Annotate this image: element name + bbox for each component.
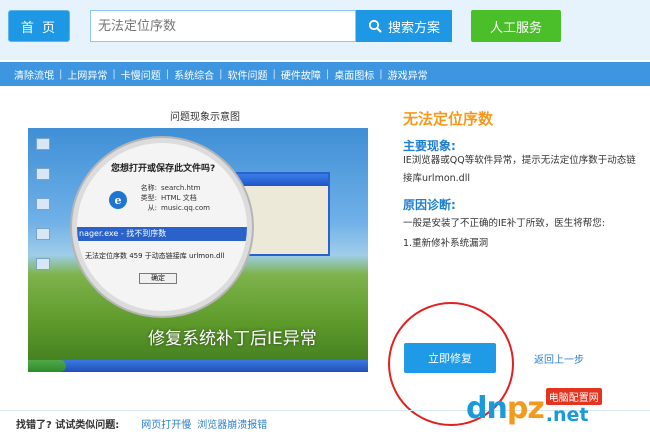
related-label: 找错了? 试试类似问题: — [16, 420, 120, 431]
field-value: music.qq.com — [161, 204, 210, 212]
fix-now-button[interactable]: 立即修复 — [404, 343, 496, 373]
problem-title: 无法定位序数 — [403, 110, 494, 128]
search-icon — [368, 19, 382, 33]
taskbar — [28, 360, 368, 372]
dialog-ok-button: 确定 — [139, 273, 177, 284]
back-link[interactable]: 返回上一步 — [534, 351, 584, 366]
dialog-fields: 名称: search.htm 类型: HTML 文档 从: music.qq.com — [133, 183, 210, 213]
home-button[interactable]: 首 页 — [8, 10, 70, 42]
related-link[interactable]: 浏览器崩溃报错 — [197, 416, 267, 431]
category-nav: 清除流氓 | 上网异常 | 卡慢问题 | 系统综合 | 软件问题 | 硬件故障 … — [0, 62, 650, 86]
error-titlebar: nager.exe - 找不到序数 — [77, 227, 247, 241]
problem-screenshot: 您想打开或保存此文件吗? e 名称: search.htm 类型: HTML 文档 … — [28, 128, 368, 372]
nav-item[interactable]: 清除流氓 — [14, 67, 54, 82]
nav-item[interactable]: 桌面图标 — [334, 67, 374, 82]
desktop-icon — [36, 168, 50, 180]
diagnosis-step: 1.重新修补系统漏洞 — [403, 238, 489, 249]
nav-divider: | — [325, 68, 330, 80]
search-box[interactable] — [90, 10, 356, 42]
desktop-icon — [36, 138, 50, 150]
diagnosis-text: 一般是安装了不正确的IE补丁所致，医生将帮您: — [403, 218, 606, 229]
nav-item[interactable]: 上网异常 — [67, 67, 107, 82]
field-value: search.htm — [161, 184, 201, 192]
field-value: HTML 文档 — [161, 194, 197, 202]
watermark-net: .net — [545, 404, 589, 426]
desktop-icon — [36, 258, 50, 270]
field-key: 名称: — [140, 184, 157, 192]
diagnosis-heading: 原因诊断: — [403, 198, 456, 212]
human-service-button[interactable]: 人工服务 — [471, 10, 561, 42]
ie-icon: e — [109, 191, 127, 209]
site-watermark: dnpz 电脑配置网 .net — [466, 388, 602, 425]
error-message: 无法定位序数 459 于动态链接库 urlmon.dll — [85, 252, 225, 260]
start-button — [28, 360, 66, 372]
magnified-dialog: 您想打开或保存此文件吗? e 名称: search.htm 类型: HTML 文档 … — [72, 138, 252, 316]
nav-divider: | — [272, 68, 276, 80]
field-key: 类型: — [140, 194, 157, 202]
nav-divider: | — [219, 68, 223, 80]
page: 首 页 搜索方案 人工服务 清除流氓 | 上网异常 | 卡慢问题 | 系统综合 … — [0, 0, 650, 436]
search-button-label: 搜索方案 — [387, 20, 440, 36]
nav-divider: | — [165, 68, 170, 80]
screenshot-caption: 修复系统补丁后IE异常 — [148, 329, 317, 349]
desktop-icon — [36, 228, 50, 240]
nav-item[interactable]: 软件问题 — [228, 67, 268, 82]
dialog-title: 您想打开或保存此文件吗? — [111, 164, 216, 174]
nav-divider: | — [379, 68, 383, 80]
nav-item[interactable]: 游戏异常 — [388, 67, 428, 82]
nav-item[interactable]: 硬件故障 — [281, 67, 321, 82]
nav-divider: | — [59, 68, 63, 80]
search-input[interactable] — [98, 18, 355, 34]
demo-title: 问题现象示意图 — [170, 112, 240, 123]
watermark-logo: dnpz — [466, 391, 545, 426]
top-header: 首 页 搜索方案 人工服务 — [0, 0, 650, 60]
search-button[interactable]: 搜索方案 — [356, 10, 452, 42]
watermark-site-name: 电脑配置网 — [545, 388, 602, 405]
related-link[interactable]: 网页打开慢 — [141, 416, 191, 431]
nav-divider: | — [112, 68, 116, 80]
nav-item[interactable]: 系统综合 — [174, 67, 214, 82]
desktop-icon — [36, 198, 50, 210]
nav-item[interactable]: 卡慢问题 — [121, 67, 161, 82]
field-key: 从: — [147, 204, 157, 212]
symptom-text: IE浏览器或QQ等软件异常，提示无法定位序数于动态链接库urlmon.dll — [403, 155, 636, 184]
